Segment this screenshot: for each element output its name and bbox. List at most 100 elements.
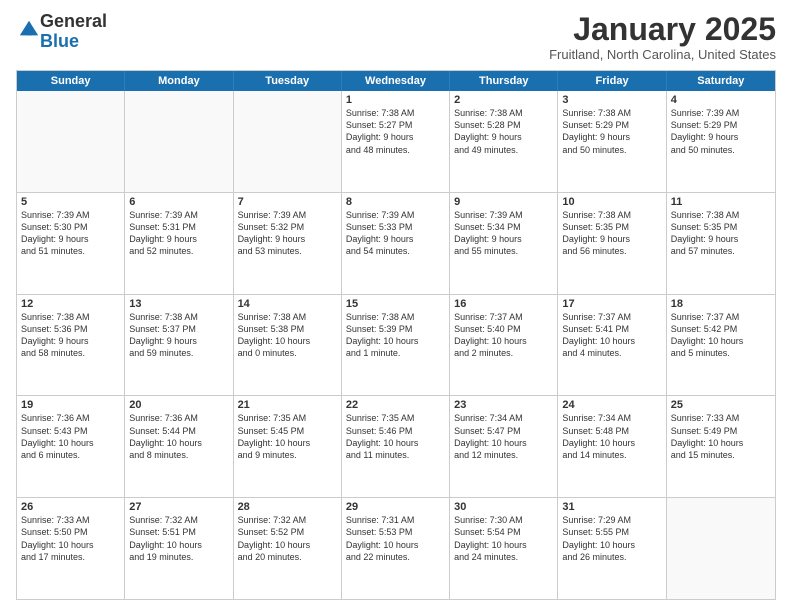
day-number: 31 xyxy=(562,501,661,513)
day-content: Sunrise: 7:38 AM Sunset: 5:38 PM Dayligh… xyxy=(238,311,337,360)
day-content: Sunrise: 7:35 AM Sunset: 5:46 PM Dayligh… xyxy=(346,412,445,461)
calendar-row-4: 19Sunrise: 7:36 AM Sunset: 5:43 PM Dayli… xyxy=(17,396,775,498)
day-number: 29 xyxy=(346,501,445,513)
calendar-header: SundayMondayTuesdayWednesdayThursdayFrid… xyxy=(17,71,775,91)
day-cell-23: 23Sunrise: 7:34 AM Sunset: 5:47 PM Dayli… xyxy=(450,396,558,497)
day-number: 8 xyxy=(346,196,445,208)
day-number: 22 xyxy=(346,399,445,411)
empty-cell xyxy=(125,91,233,192)
day-cell-27: 27Sunrise: 7:32 AM Sunset: 5:51 PM Dayli… xyxy=(125,498,233,599)
header-cell-tuesday: Tuesday xyxy=(234,71,342,91)
day-number: 27 xyxy=(129,501,228,513)
day-cell-19: 19Sunrise: 7:36 AM Sunset: 5:43 PM Dayli… xyxy=(17,396,125,497)
day-number: 3 xyxy=(562,94,661,106)
day-number: 5 xyxy=(21,196,120,208)
day-number: 4 xyxy=(671,94,771,106)
day-number: 25 xyxy=(671,399,771,411)
day-content: Sunrise: 7:38 AM Sunset: 5:35 PM Dayligh… xyxy=(671,209,771,258)
month-title: January 2025 xyxy=(549,12,776,47)
day-number: 20 xyxy=(129,399,228,411)
day-number: 9 xyxy=(454,196,553,208)
day-content: Sunrise: 7:38 AM Sunset: 5:27 PM Dayligh… xyxy=(346,107,445,156)
day-content: Sunrise: 7:38 AM Sunset: 5:37 PM Dayligh… xyxy=(129,311,228,360)
day-number: 24 xyxy=(562,399,661,411)
day-cell-30: 30Sunrise: 7:30 AM Sunset: 5:54 PM Dayli… xyxy=(450,498,558,599)
day-cell-18: 18Sunrise: 7:37 AM Sunset: 5:42 PM Dayli… xyxy=(667,295,775,396)
logo-icon xyxy=(18,18,40,40)
day-content: Sunrise: 7:39 AM Sunset: 5:33 PM Dayligh… xyxy=(346,209,445,258)
day-cell-26: 26Sunrise: 7:33 AM Sunset: 5:50 PM Dayli… xyxy=(17,498,125,599)
header-cell-thursday: Thursday xyxy=(450,71,558,91)
day-number: 26 xyxy=(21,501,120,513)
day-cell-7: 7Sunrise: 7:39 AM Sunset: 5:32 PM Daylig… xyxy=(234,193,342,294)
empty-cell xyxy=(234,91,342,192)
day-number: 18 xyxy=(671,298,771,310)
day-content: Sunrise: 7:31 AM Sunset: 5:53 PM Dayligh… xyxy=(346,514,445,563)
day-content: Sunrise: 7:39 AM Sunset: 5:29 PM Dayligh… xyxy=(671,107,771,156)
day-content: Sunrise: 7:38 AM Sunset: 5:39 PM Dayligh… xyxy=(346,311,445,360)
day-content: Sunrise: 7:37 AM Sunset: 5:41 PM Dayligh… xyxy=(562,311,661,360)
day-content: Sunrise: 7:38 AM Sunset: 5:29 PM Dayligh… xyxy=(562,107,661,156)
day-number: 16 xyxy=(454,298,553,310)
logo-blue: Blue xyxy=(40,31,79,51)
empty-cell xyxy=(17,91,125,192)
day-number: 10 xyxy=(562,196,661,208)
day-cell-21: 21Sunrise: 7:35 AM Sunset: 5:45 PM Dayli… xyxy=(234,396,342,497)
day-content: Sunrise: 7:39 AM Sunset: 5:32 PM Dayligh… xyxy=(238,209,337,258)
calendar-row-5: 26Sunrise: 7:33 AM Sunset: 5:50 PM Dayli… xyxy=(17,498,775,599)
day-content: Sunrise: 7:39 AM Sunset: 5:34 PM Dayligh… xyxy=(454,209,553,258)
day-content: Sunrise: 7:38 AM Sunset: 5:35 PM Dayligh… xyxy=(562,209,661,258)
page-header: General Blue January 2025 Fruitland, Nor… xyxy=(16,12,776,62)
day-content: Sunrise: 7:29 AM Sunset: 5:55 PM Dayligh… xyxy=(562,514,661,563)
day-content: Sunrise: 7:34 AM Sunset: 5:47 PM Dayligh… xyxy=(454,412,553,461)
day-cell-24: 24Sunrise: 7:34 AM Sunset: 5:48 PM Dayli… xyxy=(558,396,666,497)
empty-cell xyxy=(667,498,775,599)
day-number: 28 xyxy=(238,501,337,513)
day-number: 1 xyxy=(346,94,445,106)
day-cell-1: 1Sunrise: 7:38 AM Sunset: 5:27 PM Daylig… xyxy=(342,91,450,192)
day-content: Sunrise: 7:35 AM Sunset: 5:45 PM Dayligh… xyxy=(238,412,337,461)
day-cell-6: 6Sunrise: 7:39 AM Sunset: 5:31 PM Daylig… xyxy=(125,193,233,294)
title-block: January 2025 Fruitland, North Carolina, … xyxy=(549,12,776,62)
header-cell-wednesday: Wednesday xyxy=(342,71,450,91)
day-cell-2: 2Sunrise: 7:38 AM Sunset: 5:28 PM Daylig… xyxy=(450,91,558,192)
day-number: 14 xyxy=(238,298,337,310)
day-cell-9: 9Sunrise: 7:39 AM Sunset: 5:34 PM Daylig… xyxy=(450,193,558,294)
day-content: Sunrise: 7:38 AM Sunset: 5:36 PM Dayligh… xyxy=(21,311,120,360)
day-cell-29: 29Sunrise: 7:31 AM Sunset: 5:53 PM Dayli… xyxy=(342,498,450,599)
calendar-row-1: 1Sunrise: 7:38 AM Sunset: 5:27 PM Daylig… xyxy=(17,91,775,193)
day-content: Sunrise: 7:39 AM Sunset: 5:30 PM Dayligh… xyxy=(21,209,120,258)
day-cell-3: 3Sunrise: 7:38 AM Sunset: 5:29 PM Daylig… xyxy=(558,91,666,192)
day-content: Sunrise: 7:36 AM Sunset: 5:44 PM Dayligh… xyxy=(129,412,228,461)
day-content: Sunrise: 7:32 AM Sunset: 5:51 PM Dayligh… xyxy=(129,514,228,563)
header-cell-saturday: Saturday xyxy=(667,71,775,91)
day-content: Sunrise: 7:37 AM Sunset: 5:42 PM Dayligh… xyxy=(671,311,771,360)
calendar-body: 1Sunrise: 7:38 AM Sunset: 5:27 PM Daylig… xyxy=(17,91,775,599)
day-cell-25: 25Sunrise: 7:33 AM Sunset: 5:49 PM Dayli… xyxy=(667,396,775,497)
day-cell-28: 28Sunrise: 7:32 AM Sunset: 5:52 PM Dayli… xyxy=(234,498,342,599)
day-number: 15 xyxy=(346,298,445,310)
header-cell-sunday: Sunday xyxy=(17,71,125,91)
day-cell-20: 20Sunrise: 7:36 AM Sunset: 5:44 PM Dayli… xyxy=(125,396,233,497)
calendar-row-2: 5Sunrise: 7:39 AM Sunset: 5:30 PM Daylig… xyxy=(17,193,775,295)
day-cell-10: 10Sunrise: 7:38 AM Sunset: 5:35 PM Dayli… xyxy=(558,193,666,294)
day-number: 30 xyxy=(454,501,553,513)
day-content: Sunrise: 7:39 AM Sunset: 5:31 PM Dayligh… xyxy=(129,209,228,258)
day-cell-16: 16Sunrise: 7:37 AM Sunset: 5:40 PM Dayli… xyxy=(450,295,558,396)
header-cell-friday: Friday xyxy=(558,71,666,91)
logo: General Blue xyxy=(16,12,107,52)
calendar-page: General Blue January 2025 Fruitland, Nor… xyxy=(0,0,792,612)
day-content: Sunrise: 7:36 AM Sunset: 5:43 PM Dayligh… xyxy=(21,412,120,461)
day-content: Sunrise: 7:32 AM Sunset: 5:52 PM Dayligh… xyxy=(238,514,337,563)
day-number: 19 xyxy=(21,399,120,411)
day-content: Sunrise: 7:33 AM Sunset: 5:49 PM Dayligh… xyxy=(671,412,771,461)
day-cell-13: 13Sunrise: 7:38 AM Sunset: 5:37 PM Dayli… xyxy=(125,295,233,396)
day-cell-17: 17Sunrise: 7:37 AM Sunset: 5:41 PM Dayli… xyxy=(558,295,666,396)
day-number: 13 xyxy=(129,298,228,310)
day-cell-11: 11Sunrise: 7:38 AM Sunset: 5:35 PM Dayli… xyxy=(667,193,775,294)
logo-text: General Blue xyxy=(40,12,107,52)
day-number: 21 xyxy=(238,399,337,411)
logo-general: General xyxy=(40,11,107,31)
day-content: Sunrise: 7:37 AM Sunset: 5:40 PM Dayligh… xyxy=(454,311,553,360)
day-cell-4: 4Sunrise: 7:39 AM Sunset: 5:29 PM Daylig… xyxy=(667,91,775,192)
